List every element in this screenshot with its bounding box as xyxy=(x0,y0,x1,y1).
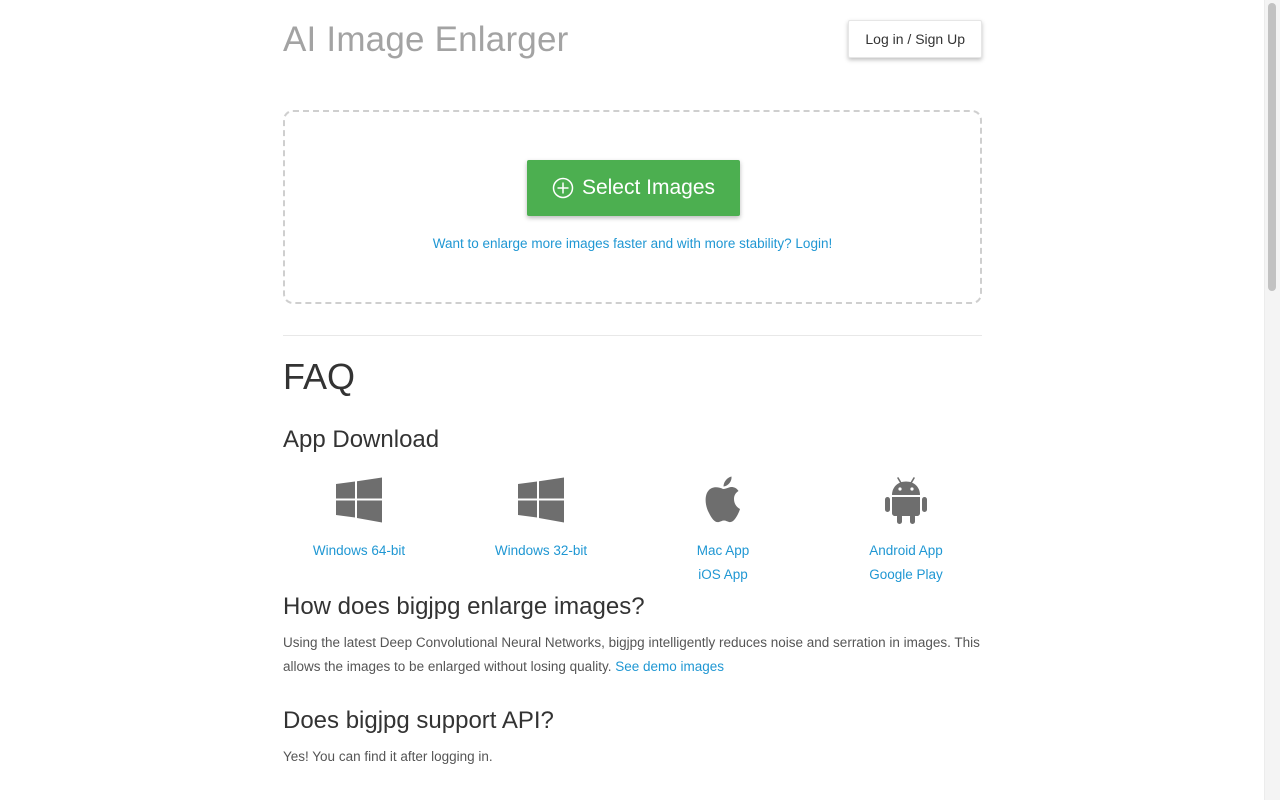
page: AI Image Enlarger Log in / Sign Up Selec… xyxy=(283,0,982,764)
login-hint-link[interactable]: Want to enlarge more images faster and w… xyxy=(285,236,980,251)
ios-app-link[interactable]: iOS App xyxy=(633,563,813,587)
plus-circle-icon xyxy=(552,177,574,199)
api-text: Yes! You can find it after logging in. xyxy=(283,749,493,764)
app-android: Android App Google Play xyxy=(816,474,996,587)
windows-icon xyxy=(269,474,449,526)
app-windows-64: Windows 64-bit xyxy=(269,474,449,563)
header: AI Image Enlarger Log in / Sign Up xyxy=(283,0,982,110)
select-images-label: Select Images xyxy=(581,176,716,199)
windows-icon xyxy=(451,474,631,526)
see-demo-images-link[interactable]: See demo images xyxy=(615,659,724,674)
windows-64-link[interactable]: Windows 64-bit xyxy=(269,539,449,563)
vertical-scrollbar[interactable] xyxy=(1264,0,1280,800)
login-signup-button[interactable]: Log in / Sign Up xyxy=(848,20,982,58)
google-play-link[interactable]: Google Play xyxy=(816,563,996,587)
how-it-works-text: Using the latest Deep Convolutional Neur… xyxy=(283,631,982,679)
mac-app-link[interactable]: Mac App xyxy=(633,539,813,563)
app-download-list: Windows 64-bit Windows 32-bit Mac App iO… xyxy=(283,474,982,584)
app-download-title: App Download xyxy=(283,426,440,453)
android-icon xyxy=(816,474,996,526)
site-title: AI Image Enlarger xyxy=(283,20,569,59)
how-it-works-title: How does bigjpg enlarge images? xyxy=(283,593,645,620)
upload-dropzone[interactable]: Select Images Want to enlarge more image… xyxy=(283,110,982,304)
android-app-link[interactable]: Android App xyxy=(816,539,996,563)
divider xyxy=(283,335,982,336)
app-apple: Mac App iOS App xyxy=(633,474,813,587)
windows-32-link[interactable]: Windows 32-bit xyxy=(451,539,631,563)
apple-icon xyxy=(633,474,813,526)
scrollbar-thumb[interactable] xyxy=(1268,3,1276,291)
app-windows-32: Windows 32-bit xyxy=(451,474,631,563)
api-title: Does bigjpg support API? xyxy=(283,707,554,734)
faq-title: FAQ xyxy=(283,356,356,397)
select-images-button[interactable]: Select Images xyxy=(527,160,740,216)
